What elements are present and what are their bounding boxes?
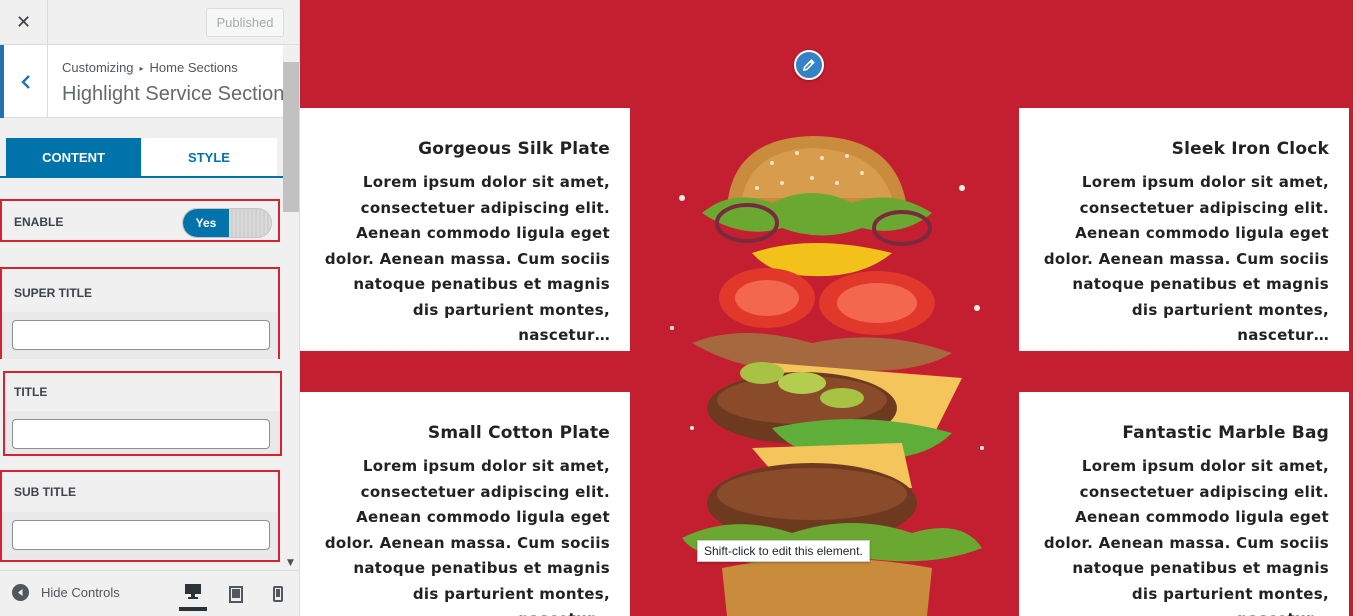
close-icon: ✕ [15, 12, 32, 33]
title-label: TITLE [14, 385, 48, 399]
preview-desktop-button[interactable] [179, 577, 207, 611]
section-title: Highlight Service Section [62, 83, 285, 105]
hide-controls-button[interactable]: Hide Controls [12, 584, 120, 601]
site-preview: Gorgeous Silk Plate Lorem ipsum dolor si… [300, 0, 1353, 616]
tab-style[interactable]: STYLE [141, 138, 277, 176]
section-header: Customizing ▸ Home Sections Highlight Serv… [0, 45, 285, 118]
published-button[interactable]: Published [206, 8, 284, 37]
pencil-icon [802, 59, 815, 72]
collapse-arrow-icon [12, 584, 29, 601]
breadcrumb-current: Home Sections [149, 60, 238, 75]
service-card[interactable]: Small Cotton Plate Lorem ipsum dolor sit… [300, 392, 630, 616]
scrollbar-thumb[interactable] [283, 62, 299, 212]
edit-shortcut-button[interactable] [794, 50, 824, 80]
title-field: TITLE [3, 371, 282, 456]
service-card-title: Fantastic Marble Bag [1122, 423, 1329, 443]
customizer-sidebar: ✕ Published Customizing ▸ Home Sections Hi… [0, 0, 300, 616]
sub-title-label: SUB TITLE [14, 485, 76, 499]
tablet-icon [229, 585, 243, 603]
service-card-text: Lorem ipsum dolor sit amet, consectetuer… [324, 173, 610, 344]
edit-tooltip: Shift-click to edit this element. [697, 540, 870, 562]
toggle-knob [229, 209, 271, 237]
enable-label: ENABLE [14, 215, 64, 229]
sidebar-scrollbar[interactable]: ▼ [283, 45, 299, 570]
service-card[interactable]: Sleek Iron Clock Lorem ipsum dolor sit a… [1019, 108, 1349, 351]
preview-tablet-button[interactable] [222, 581, 250, 607]
customizer-footer: Hide Controls [0, 570, 299, 616]
service-card-title: Small Cotton Plate [427, 423, 610, 443]
close-customizer-button[interactable]: ✕ [0, 0, 48, 45]
super-title-label: SUPER TITLE [14, 286, 93, 300]
service-card[interactable]: Gorgeous Silk Plate Lorem ipsum dolor si… [300, 108, 630, 351]
super-title-field: SUPER TITLE [0, 267, 280, 359]
preview-mobile-button[interactable] [264, 581, 292, 607]
service-card-title: Sleek Iron Clock [1171, 139, 1329, 159]
scroll-down-arrow-icon[interactable]: ▼ [287, 558, 294, 568]
breadcrumb-root: Customizing [62, 60, 134, 75]
service-card[interactable]: Fantastic Marble Bag Lorem ipsum dolor s… [1019, 392, 1349, 616]
hide-controls-label: Hide Controls [41, 585, 120, 600]
breadcrumb: Customizing ▸ Home Sections [62, 60, 238, 75]
customizer-top-bar: ✕ Published [0, 0, 299, 45]
service-card-title: Gorgeous Silk Plate [418, 139, 610, 159]
section-tabs: CONTENT STYLE [0, 138, 283, 178]
service-card-text: Lorem ipsum dolor sit amet, consectetuer… [1043, 173, 1329, 344]
service-card-text: Lorem ipsum dolor sit amet, consectetuer… [324, 457, 610, 616]
super-title-input[interactable] [12, 320, 270, 350]
service-card-text: Lorem ipsum dolor sit amet, consectetuer… [1043, 457, 1329, 616]
enable-field: ENABLE Yes [0, 199, 280, 242]
title-input[interactable] [12, 419, 270, 449]
sub-title-input[interactable] [12, 520, 270, 550]
desktop-icon [185, 584, 201, 599]
tab-content[interactable]: CONTENT [6, 138, 141, 176]
back-button[interactable] [0, 45, 48, 118]
sub-title-field: SUB TITLE [0, 470, 280, 562]
enable-toggle[interactable]: Yes [182, 208, 272, 238]
breadcrumb-separator: ▸ [139, 64, 144, 73]
chevron-left-icon [20, 74, 30, 89]
toggle-yes-label: Yes [183, 209, 229, 237]
mobile-icon [273, 586, 283, 602]
